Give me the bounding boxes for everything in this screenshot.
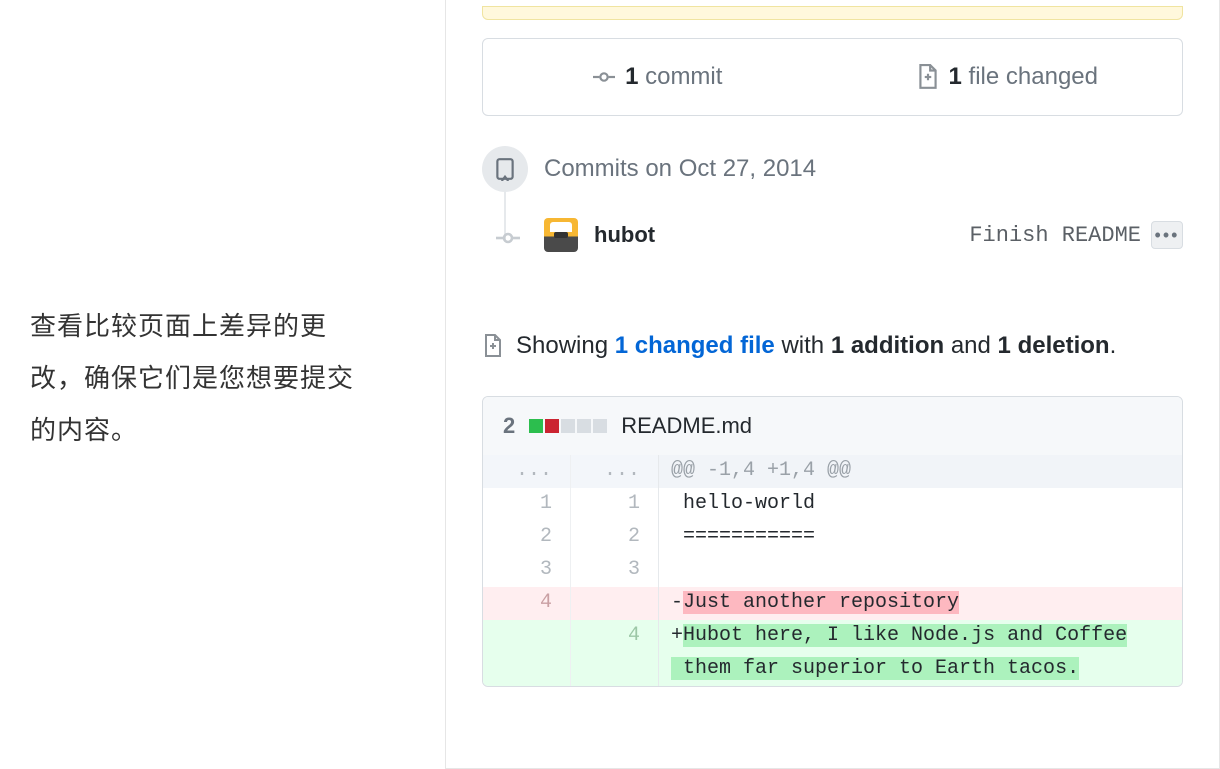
diff-file-header[interactable]: 2 README.md [483, 397, 1182, 455]
diff-line: 1 1 hello-world [483, 488, 1182, 521]
avatar[interactable] [544, 218, 578, 252]
file-diff-icon [917, 64, 939, 90]
notice-bar-bottom [482, 6, 1183, 20]
diff-summary: Showing 1 changed file with 1 addition a… [482, 332, 1183, 360]
diff-line-addition: 4 +Hubot here, I like Node.js and Coffee [483, 620, 1182, 653]
diff-filename[interactable]: README.md [621, 413, 752, 439]
diff-line: 3 3 [483, 554, 1182, 587]
file-diff-icon [482, 333, 504, 359]
commits-stat[interactable]: 1 commit [483, 39, 833, 115]
commits-badge-icon [482, 146, 528, 192]
kebab-menu[interactable]: ••• [1151, 221, 1183, 249]
instruction-text: 查看比较页面上差异的更改，确保它们是您想要提交的内容。 [30, 300, 370, 456]
changed-files-link[interactable]: 1 changed file [615, 332, 775, 359]
commit-author[interactable]: hubot [594, 222, 655, 248]
file-changed-text: 1 file changed [949, 63, 1098, 91]
commit-timeline: Commits on Oct 27, 2014 hubot Finish REA… [482, 146, 1183, 252]
diff-stat-squares [529, 419, 607, 433]
commit-node-icon [496, 226, 514, 244]
commit-date-row: Commits on Oct 27, 2014 [482, 146, 1183, 192]
compare-panel: 1 commit 1 file changed Co [445, 0, 1220, 769]
diff-change-count: 2 [503, 413, 515, 439]
diff-line: 2 2 =========== [483, 521, 1182, 554]
summary-prefix: Showing [516, 332, 608, 359]
commit-date-label: Commits on Oct 27, 2014 [544, 155, 816, 183]
commit-count-text: 1 commit [625, 63, 722, 91]
files-changed-stat[interactable]: 1 file changed [833, 39, 1183, 115]
additions-count: 1 addition [831, 332, 944, 359]
hunk-header-row: ... ... @@ -1,4 +1,4 @@ [483, 455, 1182, 488]
deletions-count: 1 deletion [998, 332, 1110, 359]
diff-line-addition: them far superior to Earth tacos. [483, 653, 1182, 686]
stats-box: 1 commit 1 file changed [482, 38, 1183, 116]
commit-row[interactable]: hubot Finish README ••• [482, 218, 1183, 252]
diff-line-deletion: 4 -Just another repository [483, 587, 1182, 620]
commit-message[interactable]: Finish README [969, 223, 1141, 248]
diff-body: ... ... @@ -1,4 +1,4 @@ 1 1 hello-world … [483, 455, 1182, 686]
commit-icon [593, 66, 615, 88]
diff-box: 2 README.md ... ... @@ -1,4 +1,4 @@ 1 1 … [482, 396, 1183, 687]
